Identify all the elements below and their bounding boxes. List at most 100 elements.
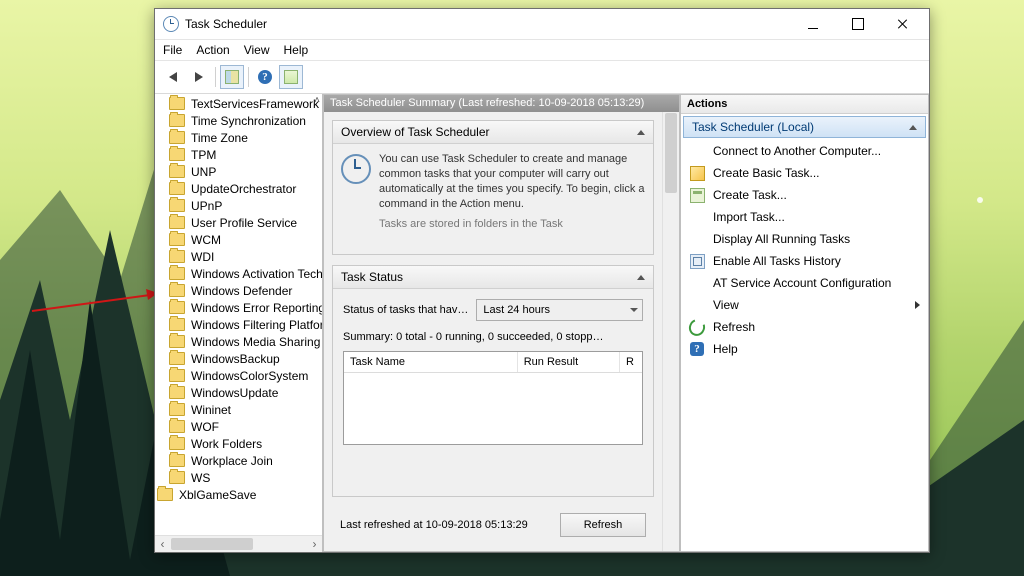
last-refreshed-text: Last refreshed at 10-09-2018 05:13:29 [340,519,528,531]
tree-item[interactable]: Wininet [155,401,322,418]
task-status-header[interactable]: Task Status [333,266,653,289]
folder-icon [169,182,185,195]
collapse-icon[interactable] [637,130,645,135]
actions-scope-header[interactable]: Task Scheduler (Local) [683,116,926,138]
blank-icon [689,209,705,225]
folder-icon [169,114,185,127]
menu-view[interactable]: View [244,43,270,57]
summary-vertical-scrollbar[interactable] [662,112,679,551]
tree-item-label: Time Synchronization [191,114,306,128]
overview-group-header[interactable]: Overview of Task Scheduler [333,121,653,144]
chevron-right-icon [915,301,920,309]
action-item[interactable]: Display All Running Tasks [681,228,928,250]
back-button[interactable] [161,65,185,89]
tree-item[interactable]: UpdateOrchestrator [155,180,322,197]
tree-item[interactable]: WindowsBackup [155,350,322,367]
tree-item[interactable]: TPM [155,146,322,163]
enable-icon [689,253,705,269]
action-item[interactable]: Create Task... [681,184,928,206]
folder-icon [169,318,185,331]
tree-horizontal-scrollbar[interactable]: ‹ › [155,535,322,552]
action-item-label: AT Service Account Configuration [713,276,891,290]
collapse-icon[interactable] [909,125,917,130]
show-hide-action-button[interactable] [279,65,303,89]
panels-icon [225,70,239,84]
tree-item[interactable]: Windows Filtering Platform [155,316,322,333]
status-period-dropdown[interactable]: Last 24 hours [476,299,643,321]
actions-scope-label: Task Scheduler (Local) [692,120,814,134]
tree-item[interactable]: Work Folders [155,435,322,452]
action-item[interactable]: Connect to Another Computer... [681,140,928,162]
action-item[interactable]: Enable All Tasks History [681,250,928,272]
title-bar[interactable]: Task Scheduler [155,9,929,40]
tree-item-label: Wininet [191,403,231,417]
wizard-icon [689,165,705,181]
tree-item[interactable]: User Profile Service [155,214,322,231]
minimize-button[interactable] [790,10,835,39]
scroll-right-icon[interactable]: › [307,537,322,551]
tree-item[interactable]: WOF [155,418,322,435]
action-item[interactable]: AT Service Account Configuration [681,272,928,294]
folder-icon [169,386,185,399]
menu-action[interactable]: Action [196,43,229,57]
tree-item[interactable]: Time Zone [155,129,322,146]
scroll-up-icon[interactable]: ˄ [314,95,320,106]
menu-file[interactable]: File [163,43,182,57]
action-item[interactable]: Create Basic Task... [681,162,928,184]
tree-item[interactable]: Time Synchronization [155,112,322,129]
close-button[interactable] [880,10,925,39]
action-item[interactable]: View [681,294,928,316]
tree-item[interactable]: Windows Media Sharing [155,333,322,350]
refresh-button[interactable]: Refresh [560,513,646,537]
grid-col-extra[interactable]: R [620,352,642,372]
window-title: Task Scheduler [185,17,267,31]
tree-item[interactable]: WindowsUpdate [155,384,322,401]
tree-item-label: Work Folders [191,437,262,451]
tree-item[interactable]: WCM [155,231,322,248]
panel-icon [284,70,298,84]
tree-item-label: WCM [191,233,221,247]
tree-item-label: Workplace Join [191,454,273,468]
task-result-grid[interactable]: Task Name Run Result R [343,351,643,445]
action-item-label: Enable All Tasks History [713,254,841,268]
tree-item[interactable]: Windows Error Reporting [155,299,322,316]
tree-item[interactable]: WDI [155,248,322,265]
action-item[interactable]: Refresh [681,316,928,338]
tree-item[interactable]: Windows Activation Technologies [155,265,322,282]
tree-item[interactable]: UNP [155,163,322,180]
tree-item-label: WindowsUpdate [191,386,278,400]
action-item[interactable]: Import Task... [681,206,928,228]
scroll-left-icon[interactable]: ‹ [155,537,170,551]
help-icon: ? [689,341,705,357]
overview-fade-text: Tasks are stored in folders in the Task [379,217,645,232]
tree-item[interactable]: Windows Defender [155,282,322,299]
folder-icon [169,403,185,416]
help-button[interactable]: ? [253,65,277,89]
action-item-label: Create Basic Task... [713,166,820,180]
tree-item-label: Windows Error Reporting [191,301,322,315]
show-hide-tree-button[interactable] [220,65,244,89]
grid-col-task-name[interactable]: Task Name [344,352,518,372]
folder-icon [169,199,185,212]
tree-item[interactable]: TextServicesFramework [155,95,322,112]
maximize-button[interactable] [835,10,880,39]
tree-item[interactable]: UPnP [155,197,322,214]
folder-icon [169,471,185,484]
folder-tree[interactable]: ˄ TextServicesFramework Time Synchronizat… [155,94,322,535]
tree-item[interactable]: XblGameSave [155,486,322,503]
action-item[interactable]: ?Help [681,338,928,360]
scroll-thumb[interactable] [665,113,677,193]
summary-header: Task Scheduler Summary (Last refreshed: … [324,95,679,112]
menu-help[interactable]: Help [284,43,309,57]
tree-item[interactable]: WindowsColorSystem [155,367,322,384]
forward-button[interactable] [187,65,211,89]
tree-item[interactable]: WS [155,469,322,486]
status-period-value: Last 24 hours [483,304,550,316]
grid-col-run-result[interactable]: Run Result [518,352,620,372]
tree-item-label: Windows Defender [191,284,292,298]
task-status-title: Task Status [341,270,403,284]
task-status-group: Task Status Status of tasks that hav… La… [332,265,654,497]
scroll-thumb[interactable] [171,537,306,551]
tree-item[interactable]: Workplace Join [155,452,322,469]
collapse-icon[interactable] [637,275,645,280]
